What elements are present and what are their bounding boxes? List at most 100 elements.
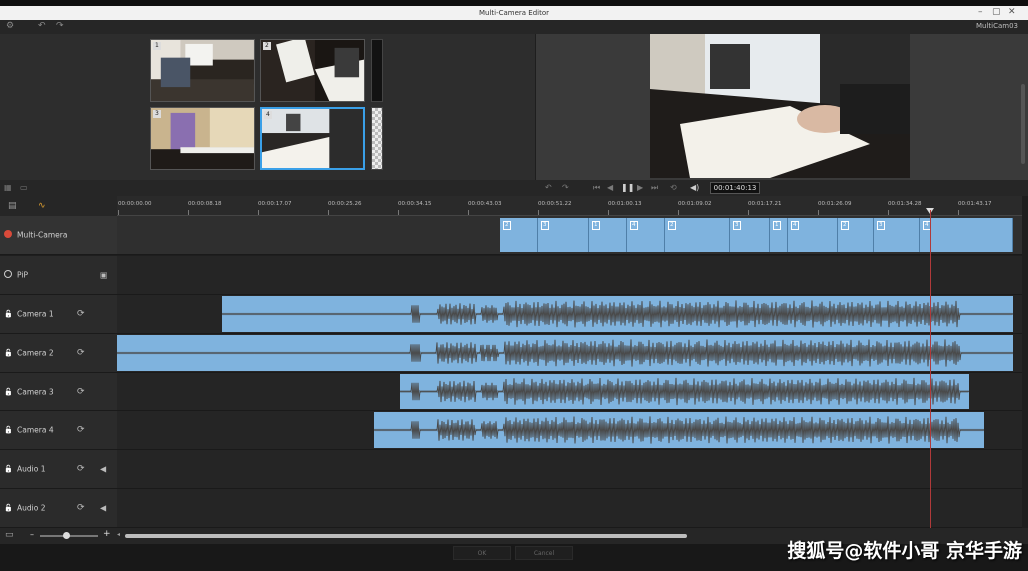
- step-forward-icon[interactable]: ▶: [637, 183, 643, 192]
- timeline-view-icon[interactable]: ▤: [8, 201, 17, 211]
- undo-icon[interactable]: ↶: [545, 183, 552, 192]
- track-header-camera-4[interactable]: 🔓 Camera 4 ⟳: [0, 411, 117, 450]
- ruler-tick: [118, 210, 119, 215]
- speaker-icon[interactable]: ◀: [100, 465, 106, 474]
- track-header-audio-2[interactable]: 🔓 Audio 2 ⟳ ◀: [0, 489, 117, 528]
- timecode-display[interactable]: 00:01:40:13: [710, 182, 760, 194]
- camera-clip[interactable]: [400, 374, 969, 409]
- preview-scrollbar[interactable]: [1021, 84, 1025, 164]
- zoom-slider-knob[interactable]: [63, 532, 70, 539]
- track-name: Camera 4: [17, 425, 54, 435]
- record-dot-icon[interactable]: [4, 230, 12, 240]
- volume-icon[interactable]: ◀): [690, 183, 699, 192]
- multicam-segment[interactable]: 3: [874, 218, 920, 252]
- camera-clip[interactable]: [374, 412, 984, 448]
- gear-icon[interactable]: ⚙: [6, 21, 14, 31]
- scroll-left-icon[interactable]: ◂: [117, 531, 120, 538]
- lock-icon[interactable]: 🔓: [4, 349, 13, 357]
- camera-thumb-1[interactable]: 1: [150, 39, 255, 102]
- track-lane[interactable]: [117, 334, 1022, 373]
- ok-button[interactable]: OK: [453, 546, 511, 560]
- track-header-audio-1[interactable]: 🔓 Audio 1 ⟳ ◀: [0, 450, 117, 489]
- multicam-segment[interactable]: 4: [788, 218, 838, 252]
- ruler-tick-label: 00:01:26.09: [818, 201, 852, 207]
- camera-thumb-4[interactable]: 4: [260, 107, 365, 170]
- lock-icon[interactable]: 🔓: [4, 310, 13, 318]
- track-lane[interactable]: [117, 295, 1022, 334]
- step-back-icon[interactable]: ◀: [607, 183, 613, 192]
- restore-icon[interactable]: ▢: [992, 7, 1001, 17]
- track-header-camera-2[interactable]: 🔓 Camera 2 ⟳: [0, 334, 117, 373]
- sync-icon[interactable]: ⟳: [77, 348, 85, 358]
- lock-icon[interactable]: 🔓: [4, 388, 13, 396]
- multicam-segment[interactable]: 4: [627, 218, 665, 252]
- playhead-line[interactable]: [930, 210, 931, 528]
- sync-icon[interactable]: ⟳: [77, 309, 85, 319]
- skip-end-icon[interactable]: ⏭: [651, 183, 658, 193]
- segment-camera-number: 3: [877, 221, 885, 230]
- segment-camera-number: 4: [630, 221, 638, 230]
- track-name: Audio 1: [17, 464, 46, 474]
- multicam-segment[interactable]: 4: [920, 218, 1013, 252]
- ruler-tick: [398, 210, 399, 215]
- cancel-button[interactable]: Cancel: [515, 546, 573, 560]
- camera-3-view: [151, 108, 254, 169]
- track-header-camera-1[interactable]: 🔓 Camera 1 ⟳: [0, 295, 117, 334]
- ruler-tick-label: 00:00:43.03: [468, 201, 502, 207]
- audio-wave-icon[interactable]: ∿: [38, 201, 46, 211]
- sync-icon[interactable]: ⟳: [77, 503, 85, 513]
- track-name: Multi-Camera: [17, 230, 68, 240]
- camera-thumb-2[interactable]: 2: [260, 39, 365, 102]
- track-lane[interactable]: [117, 256, 1022, 295]
- minimize-icon[interactable]: –: [978, 7, 983, 17]
- lock-icon[interactable]: 🔓: [4, 465, 13, 473]
- sync-icon[interactable]: ⟳: [77, 425, 85, 435]
- track-lane[interactable]: 2 3 1 4 2 3 1 4 2 3 4: [117, 216, 1022, 255]
- track-header-camera-3[interactable]: 🔓 Camera 3 ⟳: [0, 373, 117, 411]
- grid-icon[interactable]: ▦: [4, 183, 12, 192]
- empty-slot[interactable]: [371, 39, 383, 102]
- track-lane[interactable]: [117, 489, 1022, 528]
- thumb-number: 3: [153, 110, 161, 118]
- multicam-segment[interactable]: 2: [665, 218, 730, 252]
- multicam-segment[interactable]: 1: [770, 218, 788, 252]
- camera-clip[interactable]: [222, 296, 1013, 332]
- track-lane[interactable]: [117, 450, 1022, 489]
- sync-icon[interactable]: ⟳: [77, 387, 85, 397]
- audio-waveform: [222, 300, 1013, 328]
- track-header-pip[interactable]: PiP ▣: [0, 256, 117, 295]
- multicam-segment[interactable]: 3: [538, 218, 589, 252]
- lock-icon[interactable]: 🔓: [4, 504, 13, 512]
- pause-icon[interactable]: ❚❚: [621, 183, 634, 192]
- multicam-segment[interactable]: 2: [500, 218, 538, 252]
- timeline-scrollbar[interactable]: [125, 534, 687, 538]
- watermark: 搜狐号@软件小哥 京华手游: [787, 540, 1022, 562]
- undo-icon[interactable]: ↶: [38, 21, 46, 31]
- camera-clip[interactable]: [117, 335, 1013, 371]
- track-lane[interactable]: [117, 411, 1022, 450]
- camera-thumb-3[interactable]: 3: [150, 107, 255, 170]
- track-header-multi-camera[interactable]: Multi-Camera: [0, 216, 117, 255]
- track-lane[interactable]: [117, 373, 1022, 411]
- close-icon[interactable]: ✕: [1008, 7, 1016, 17]
- zoom-out-button[interactable]: –: [30, 530, 34, 539]
- loop-icon[interactable]: ⟲: [670, 183, 677, 192]
- transparent-slot[interactable]: [371, 107, 383, 170]
- skip-start-icon[interactable]: ⏮: [593, 183, 600, 193]
- lock-icon[interactable]: 🔓: [4, 426, 13, 434]
- multicam-segment[interactable]: 2: [838, 218, 874, 252]
- pip-settings-icon[interactable]: ▣: [100, 271, 108, 280]
- ruler-tick-label: 00:00:00.00: [118, 201, 152, 207]
- ruler-tick: [958, 210, 959, 215]
- sync-icon[interactable]: ⟳: [77, 464, 85, 474]
- multicam-segment[interactable]: 3: [730, 218, 770, 252]
- multicam-segment[interactable]: 1: [589, 218, 627, 252]
- zoom-in-button[interactable]: +: [103, 529, 111, 539]
- radio-icon[interactable]: [4, 270, 12, 280]
- layout-icon[interactable]: ▭: [20, 183, 28, 192]
- timeline-ruler[interactable]: 00:00:00.00 00:00:08.18 00:00:17.07 00:00:2…: [117, 196, 1022, 216]
- redo-icon[interactable]: ↷: [562, 183, 569, 192]
- fit-timeline-icon[interactable]: ▭: [5, 530, 14, 540]
- speaker-icon[interactable]: ◀: [100, 504, 106, 513]
- redo-icon[interactable]: ↷: [56, 21, 64, 31]
